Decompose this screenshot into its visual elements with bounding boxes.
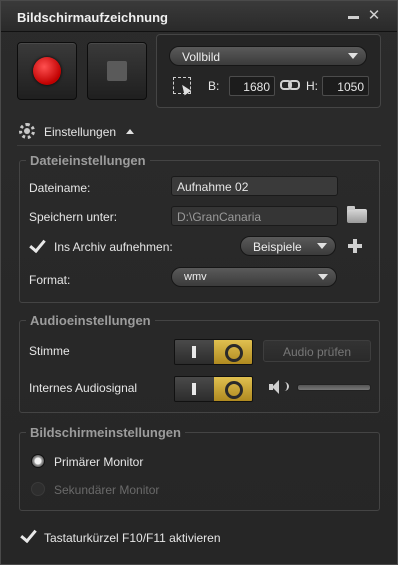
shortcut-label: Tastaturkürzel F10/F11 aktivieren [44, 531, 221, 545]
select-region-icon[interactable] [173, 77, 191, 94]
archive-label: Ins Archiv aufnehmen: [54, 240, 173, 254]
record-button[interactable] [17, 42, 77, 100]
save-location-input[interactable]: D:\GranCanaria [171, 206, 338, 226]
chevron-down-icon [348, 53, 358, 59]
audio-settings-legend: Audioeinstellungen [30, 313, 151, 328]
internal-audio-label: Internes Audiosignal [29, 381, 138, 395]
gear-icon [19, 123, 35, 139]
voice-label: Stimme [29, 344, 70, 358]
height-input[interactable]: 1050 [322, 76, 369, 96]
checkmark-icon [29, 235, 46, 254]
archive-dropdown-value: Beispiele [253, 240, 302, 254]
width-input[interactable]: 1680 [229, 76, 275, 96]
filename-input[interactable]: Aufnahme 02 [171, 176, 338, 196]
width-label: B: [208, 79, 220, 93]
height-label: H: [306, 79, 318, 93]
settings-label: Einstellungen [44, 125, 117, 139]
chevron-down-icon [318, 274, 328, 280]
archive-dropdown[interactable]: Beispiele [240, 236, 336, 256]
toggle-off-segment [175, 377, 214, 401]
internal-audio-toggle[interactable] [174, 376, 253, 402]
title-bar: Bildschirmaufzeichnung ✕ [1, 1, 397, 32]
checkmark-icon [20, 525, 37, 544]
speaker-icon [269, 380, 283, 394]
divider [17, 145, 381, 146]
voice-toggle[interactable] [174, 339, 253, 365]
add-icon[interactable] [348, 239, 362, 253]
capture-mode-dropdown[interactable]: Vollbild [169, 46, 367, 66]
secondary-monitor-label: Sekundärer Monitor [54, 483, 160, 497]
save-location-label: Speichern unter: [29, 210, 118, 224]
primary-monitor-radio[interactable] [31, 454, 45, 468]
screen-settings-legend: Bildschirmeinstellungen [30, 425, 181, 440]
shortcut-checkbox[interactable] [20, 525, 37, 544]
secondary-monitor-radio[interactable] [31, 482, 45, 496]
screen-recording-window: Bildschirmaufzeichnung ✕ Vollbild B: 168… [0, 0, 398, 565]
record-icon [33, 57, 61, 85]
chevron-down-icon [317, 243, 327, 249]
folder-icon[interactable] [347, 206, 367, 223]
primary-monitor-label: Primärer Monitor [54, 455, 144, 469]
capture-mode-value: Vollbild [182, 50, 221, 64]
chevron-up-icon [126, 129, 134, 134]
format-dropdown[interactable]: wmv [171, 267, 337, 287]
minimize-icon[interactable] [347, 9, 361, 23]
format-dropdown-value: wmv [184, 271, 207, 283]
stop-icon [107, 61, 127, 81]
stop-button[interactable] [87, 42, 147, 100]
test-audio-button[interactable]: Audio prüfen [263, 340, 371, 362]
window-title: Bildschirmaufzeichnung [17, 10, 168, 25]
volume-slider[interactable] [297, 384, 371, 391]
toggle-on-segment [214, 340, 252, 364]
link-aspect-icon[interactable] [280, 78, 300, 90]
archive-checkbox[interactable] [29, 235, 46, 254]
format-label: Format: [29, 273, 71, 287]
close-icon[interactable]: ✕ [367, 8, 381, 23]
toggle-on-segment [214, 377, 252, 401]
toggle-off-segment [175, 340, 214, 364]
file-settings-legend: Dateieinstellungen [30, 153, 146, 168]
filename-label: Dateiname: [29, 181, 91, 195]
